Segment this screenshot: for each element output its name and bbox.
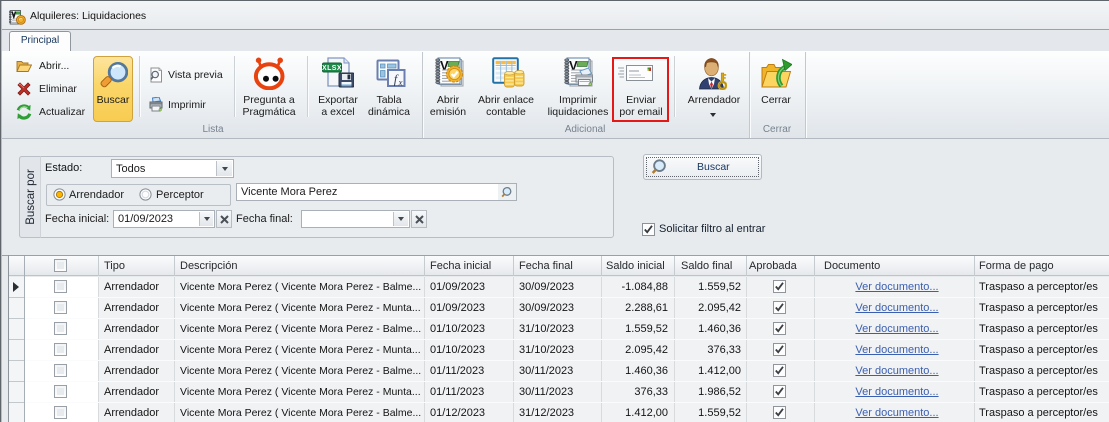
svg-text:XLSX: XLSX <box>322 65 342 72</box>
svg-text:V: V <box>569 58 578 73</box>
svg-text:x: x <box>398 78 403 88</box>
